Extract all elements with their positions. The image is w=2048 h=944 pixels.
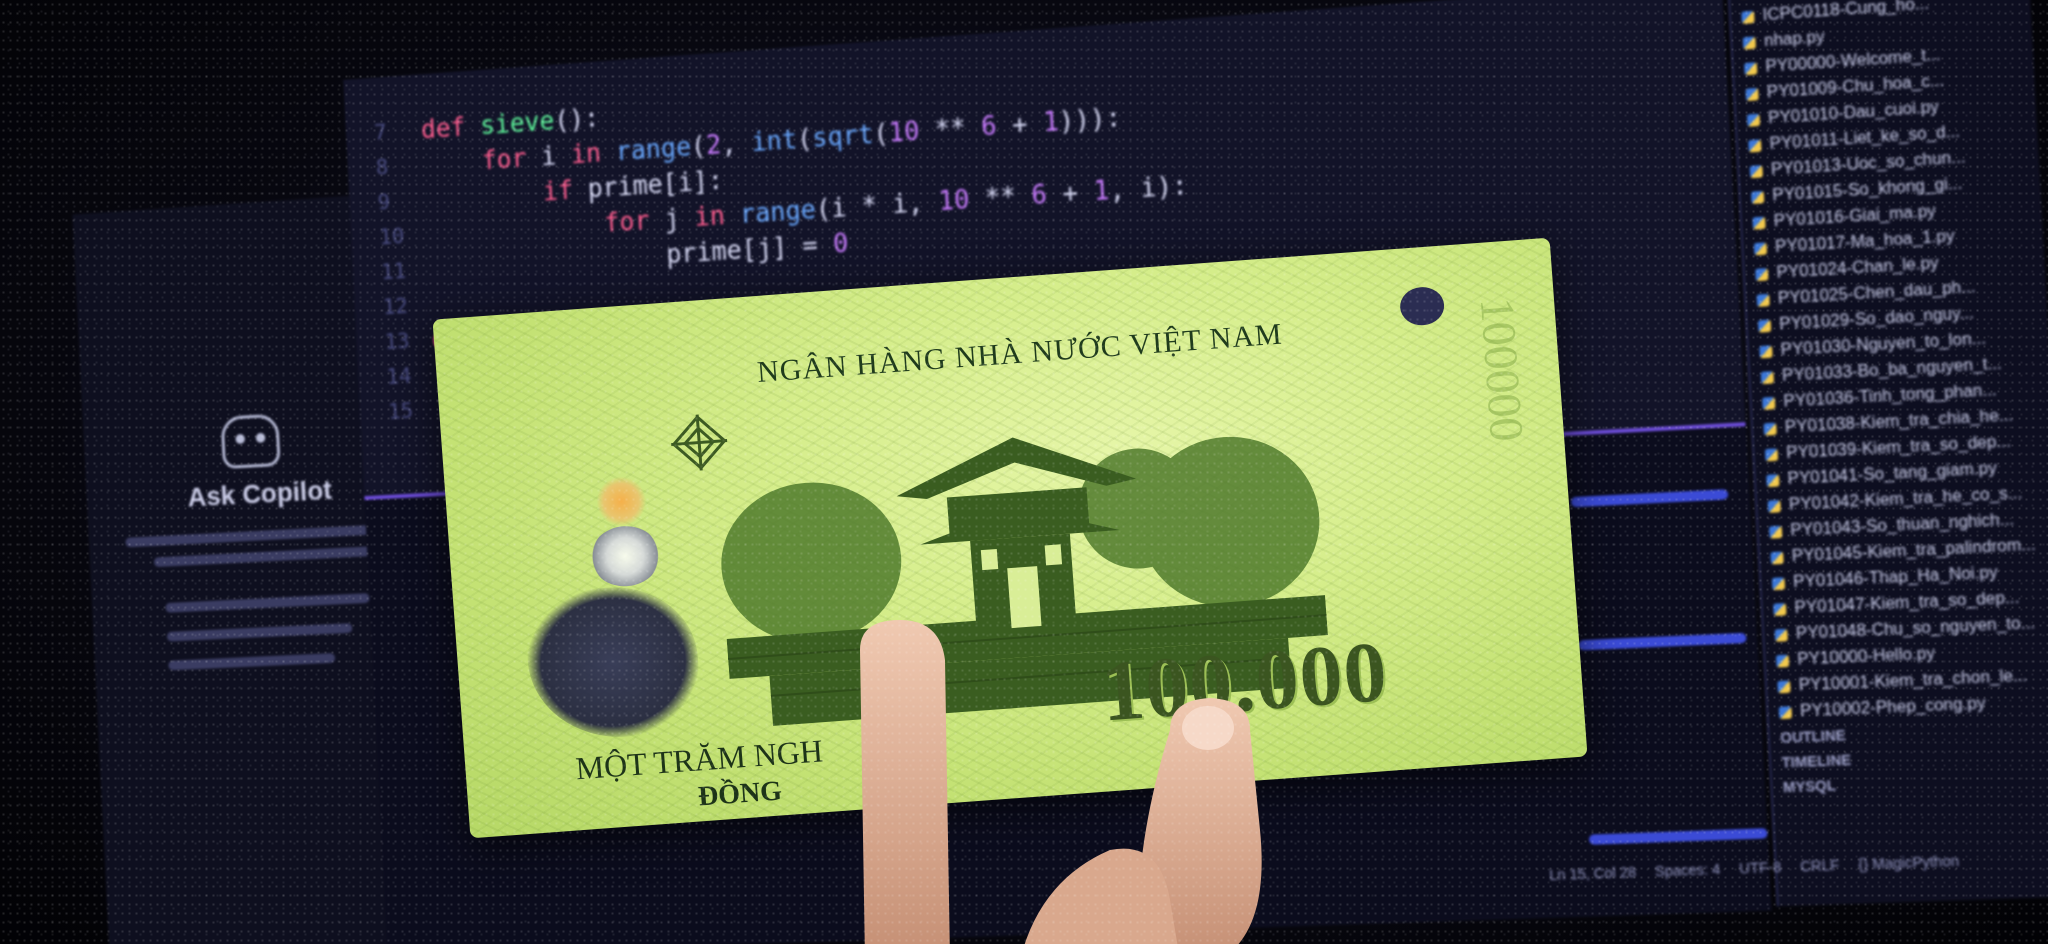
python-file-icon (1768, 525, 1783, 539)
status-bar-item[interactable]: {} MagicPython (1858, 852, 1960, 872)
line-number: 10 (378, 224, 405, 251)
python-file-icon (1746, 113, 1761, 127)
line-number-gutter: 7 8 9 10 11 12 13 14 15 (373, 115, 414, 431)
status-bar-item[interactable]: CRLF (1800, 857, 1840, 875)
hand-holding-note (860, 620, 1262, 944)
copilot-title: Ask Copilot (186, 474, 333, 513)
status-bar-item[interactable]: Spaces: 4 (1654, 861, 1720, 880)
line-number: 8 (375, 155, 389, 181)
copilot-icon (220, 413, 281, 469)
status-bar-item[interactable]: UTF-8 (1739, 859, 1782, 877)
copilot-hint-line (166, 623, 353, 642)
python-file-icon (1767, 499, 1781, 513)
file-name: PY10002-Phep_cong.py (1799, 694, 1987, 720)
line-number: 12 (382, 294, 409, 321)
python-file-icon (1766, 473, 1780, 487)
python-file-icon (1752, 216, 1766, 230)
terminal-line (1578, 632, 1747, 651)
python-file-icon (1770, 550, 1784, 564)
line-number: 15 (387, 399, 414, 425)
python-file-icon (1764, 447, 1779, 461)
python-file-icon (1756, 293, 1770, 307)
line-number: 13 (384, 329, 411, 355)
copilot-hint-line (168, 653, 336, 671)
python-file-icon (1750, 190, 1765, 204)
python-file-icon (1741, 10, 1755, 24)
python-file-icon (1753, 241, 1768, 255)
explorer-sections: OUTLINE TIMELINE MYSQL (1769, 714, 2048, 800)
python-file-icon (1775, 654, 1790, 668)
python-file-icon (1774, 628, 1788, 642)
python-file-icon (1755, 267, 1769, 281)
vertical-value-right: 100000 (1469, 295, 1534, 444)
status-bar-item[interactable]: Ln 15, Col 28 (1549, 864, 1637, 883)
file-name: nhap.py (1763, 28, 1825, 50)
currency-word: ĐỒNG (696, 775, 784, 813)
python-file-icon (1745, 87, 1759, 101)
python-file-icon (1742, 35, 1756, 50)
copilot-hint-line (165, 593, 370, 613)
python-file-icon (1760, 370, 1774, 384)
line-number: 11 (380, 259, 407, 286)
terminal-line (1588, 828, 1768, 845)
file-list: ICPC0117-...ICPC0118-Cung_ho...nhap.pyPY… (1729, 0, 2048, 726)
copilot-hint-line (153, 545, 396, 568)
line-number: 14 (385, 364, 412, 390)
python-file-icon (1749, 164, 1763, 178)
file-explorer[interactable]: ICPC0117-...ICPC0118-Cung_ho...nhap.pyPY… (1726, 0, 2048, 907)
line-number: 9 (377, 190, 391, 216)
line-number: 7 (373, 120, 388, 146)
python-file-icon (1777, 679, 1791, 693)
python-file-icon (1763, 422, 1777, 436)
python-file-icon (1762, 396, 1776, 410)
python-file-icon (1778, 705, 1793, 719)
file-name: PY10000-Hello.py (1796, 644, 1936, 669)
python-file-icon (1773, 602, 1787, 616)
python-file-icon (1748, 138, 1762, 153)
python-file-icon (1744, 61, 1758, 75)
python-file-icon (1757, 319, 1772, 333)
python-file-icon (1759, 344, 1773, 358)
python-file-icon (1771, 576, 1786, 590)
photo-scene: Ask Copilot 7 8 9 10 11 12 13 14 15 def sieve():… (0, 0, 2048, 944)
terminal-line (1570, 489, 1729, 508)
